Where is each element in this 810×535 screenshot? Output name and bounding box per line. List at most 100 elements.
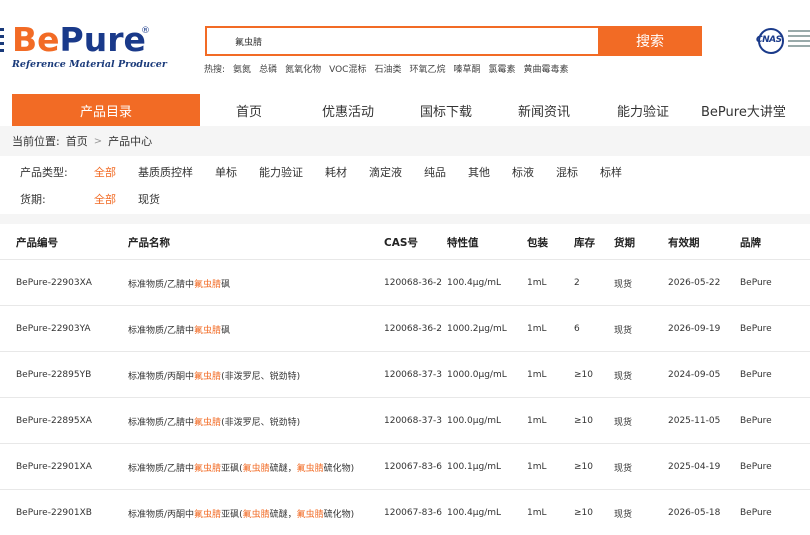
bepure-logo[interactable]: BePure ® Reference Material Producer — [0, 22, 170, 72]
cell-brand: BePure — [740, 416, 772, 426]
cell-code[interactable]: BePure-22903XA — [16, 260, 92, 306]
cell-name[interactable]: 标准物质/乙腈中 氟虫腈 亚砜(氟虫腈 硫醚， 氟虫腈 硫化物) — [128, 444, 354, 490]
filter-type-option[interactable]: 混标 — [556, 164, 578, 180]
filter-stock-option[interactable]: 现货 — [138, 191, 160, 207]
cell-value: 1000.0μg/mL — [447, 370, 507, 380]
hot-term[interactable]: 氯霉素 — [489, 62, 516, 75]
search-button[interactable]: 搜索 — [598, 26, 702, 56]
breadcrumb-home[interactable]: 首页 — [66, 133, 88, 149]
table-row[interactable]: BePure-22901XB 标准物质/丙酮中 氟虫腈 亚砜(氟虫腈 硫醚， 氟虫腈 硫化… — [0, 490, 810, 535]
cell-code[interactable]: BePure-22901XA — [16, 444, 92, 490]
cell-lead: 现货 — [614, 325, 633, 336]
filter-type-option[interactable]: 标液 — [512, 164, 534, 180]
name-highlight: 氟虫腈 — [242, 509, 270, 520]
hot-searches: 热搜: 氨氮 总磷 氮氧化物 VOC混标 石油类 环氧乙烷 嗪草酮 氯霉素 黄曲… — [204, 62, 569, 75]
cell-cas: 120067-83-6 — [384, 462, 443, 472]
hot-term[interactable]: 黄曲霉毒素 — [524, 62, 569, 75]
cell-code[interactable]: BePure-22895XA — [16, 398, 92, 444]
hot-term[interactable]: 氮氧化物 — [285, 62, 321, 75]
filter-type-option[interactable]: 能力验证 — [259, 164, 303, 180]
nav-proficiency[interactable]: 能力验证 — [617, 94, 669, 126]
hot-term[interactable]: 总磷 — [259, 62, 277, 75]
search-box — [205, 26, 598, 56]
cell-name[interactable]: 标准物质/乙腈中 氟虫腈砜 — [128, 306, 230, 352]
hot-term[interactable]: VOC混标 — [329, 62, 366, 75]
table-row[interactable]: BePure-22903XA 标准物质/乙腈中 氟虫腈砜 120068-36-2 … — [0, 260, 810, 306]
filter-type-option[interactable]: 耗材 — [325, 164, 347, 180]
cell-stock: ≥10 — [574, 370, 593, 380]
cell-brand: BePure — [740, 324, 772, 334]
cnas-text: CNAS — [756, 35, 782, 45]
table-row[interactable]: BePure-22903YA 标准物质/乙腈中 氟虫腈砜 120068-36-2 … — [0, 306, 810, 352]
cell-expiry: 2026-09-19 — [668, 324, 721, 334]
search-input[interactable] — [207, 28, 598, 54]
cell-code[interactable]: BePure-22901XB — [16, 490, 92, 535]
hot-term[interactable]: 氨氮 — [233, 62, 251, 75]
logo-be: Be — [12, 20, 60, 59]
table-row[interactable]: BePure-22895YB 标准物质/丙酮中 氟虫腈 (非泼罗尼、锐劲特) 120… — [0, 352, 810, 398]
cell-brand: BePure — [740, 370, 772, 380]
name-part: 硫醚， — [269, 509, 297, 520]
filter-type-option[interactable]: 其他 — [468, 164, 490, 180]
nav-home[interactable]: 首页 — [236, 94, 262, 126]
table-row[interactable]: BePure-22895XA 标准物质/乙腈中 氟虫腈 (非泼罗尼、锐劲特) 120… — [0, 398, 810, 444]
filter-type-option[interactable]: 纯品 — [424, 164, 446, 180]
filter-type-option[interactable]: 滴定液 — [369, 164, 402, 180]
cell-expiry: 2026-05-22 — [668, 278, 721, 288]
section-divider — [0, 214, 810, 224]
cnas-badge: CNAS — [752, 24, 810, 58]
cell-lead: 现货 — [614, 509, 633, 520]
cell-brand: BePure — [740, 462, 772, 472]
name-highlight: 氟虫腈 — [296, 463, 324, 474]
cell-stock: 6 — [574, 324, 580, 334]
cell-cas: 120067-83-6 — [384, 508, 443, 518]
cell-value: 100.4μg/mL — [447, 278, 502, 288]
name-highlight: 氟虫腈 — [194, 279, 222, 290]
filter-type-label: 产品类型: — [20, 166, 68, 179]
cell-code[interactable]: BePure-22895YB — [16, 352, 91, 398]
cell-name[interactable]: 标准物质/乙腈中 氟虫腈砜 — [128, 260, 230, 306]
filter-stock-label: 货期: — [20, 193, 46, 206]
nav-news[interactable]: 新闻资讯 — [518, 94, 570, 126]
cell-code[interactable]: BePure-22903YA — [16, 306, 91, 352]
hot-term[interactable]: 石油类 — [374, 62, 401, 75]
name-highlight: 氟虫腈 — [242, 463, 270, 474]
table-header: 产品编号 产品名称 CAS号 特性值 包装 库存 货期 有效期 品牌 — [0, 224, 810, 260]
cell-lead: 现货 — [614, 279, 633, 290]
cell-expiry: 2024-09-05 — [668, 370, 721, 380]
nav-promotions[interactable]: 优惠活动 — [322, 94, 374, 126]
cell-pack: 1mL — [527, 278, 547, 288]
name-part: 砜 — [221, 279, 231, 290]
logo-mark-icon — [0, 28, 6, 56]
logo-pure: Pure — [59, 20, 146, 59]
cell-stock: 2 — [574, 278, 580, 288]
filter-stock-option[interactable]: 全部 — [94, 191, 116, 207]
nav-standards-download[interactable]: 国标下载 — [420, 94, 472, 126]
name-part: (非泼罗尼、锐劲特) — [221, 371, 301, 382]
name-highlight: 氟虫腈 — [194, 417, 222, 428]
breadcrumb: 当前位置: 首页 > 产品中心 — [0, 126, 810, 156]
cell-name[interactable]: 标准物质/乙腈中 氟虫腈 (非泼罗尼、锐劲特) — [128, 398, 300, 444]
cell-value: 1000.2μg/mL — [447, 324, 507, 334]
table-row[interactable]: BePure-22901XA 标准物质/乙腈中 氟虫腈 亚砜(氟虫腈 硫醚， 氟虫腈 硫化… — [0, 444, 810, 490]
col-header-code: 产品编号 — [16, 236, 58, 249]
breadcrumb-current: 产品中心 — [108, 135, 153, 148]
hot-term[interactable]: 环氧乙烷 — [409, 62, 445, 75]
cell-value: 100.0μg/mL — [447, 416, 502, 426]
cell-name[interactable]: 标准物质/丙酮中 氟虫腈 (非泼罗尼、锐劲特) — [128, 352, 300, 398]
hot-term[interactable]: 嗪草酮 — [454, 62, 481, 75]
cell-pack: 1mL — [527, 508, 547, 518]
cell-name[interactable]: 标准物质/丙酮中 氟虫腈 亚砜(氟虫腈 硫醚， 氟虫腈 硫化物) — [128, 490, 354, 535]
cell-brand: BePure — [740, 508, 772, 518]
filter-type-option[interactable]: 标样 — [600, 164, 622, 180]
nav-product-catalog[interactable]: 产品目录 — [12, 94, 200, 126]
site-header: BePure ® Reference Material Producer 搜索 … — [0, 0, 810, 90]
hot-label: 热搜: — [204, 65, 226, 75]
cell-pack: 1mL — [527, 324, 547, 334]
cell-cas: 120068-36-2 — [384, 278, 443, 288]
filter-type-option[interactable]: 全部 — [94, 164, 116, 180]
nav-lecture[interactable]: BePure大讲堂 — [701, 94, 786, 126]
logo-wordmark: BePure — [12, 22, 146, 58]
filter-type-option[interactable]: 单标 — [215, 164, 237, 180]
filter-type-option[interactable]: 基质质控样 — [138, 164, 193, 180]
